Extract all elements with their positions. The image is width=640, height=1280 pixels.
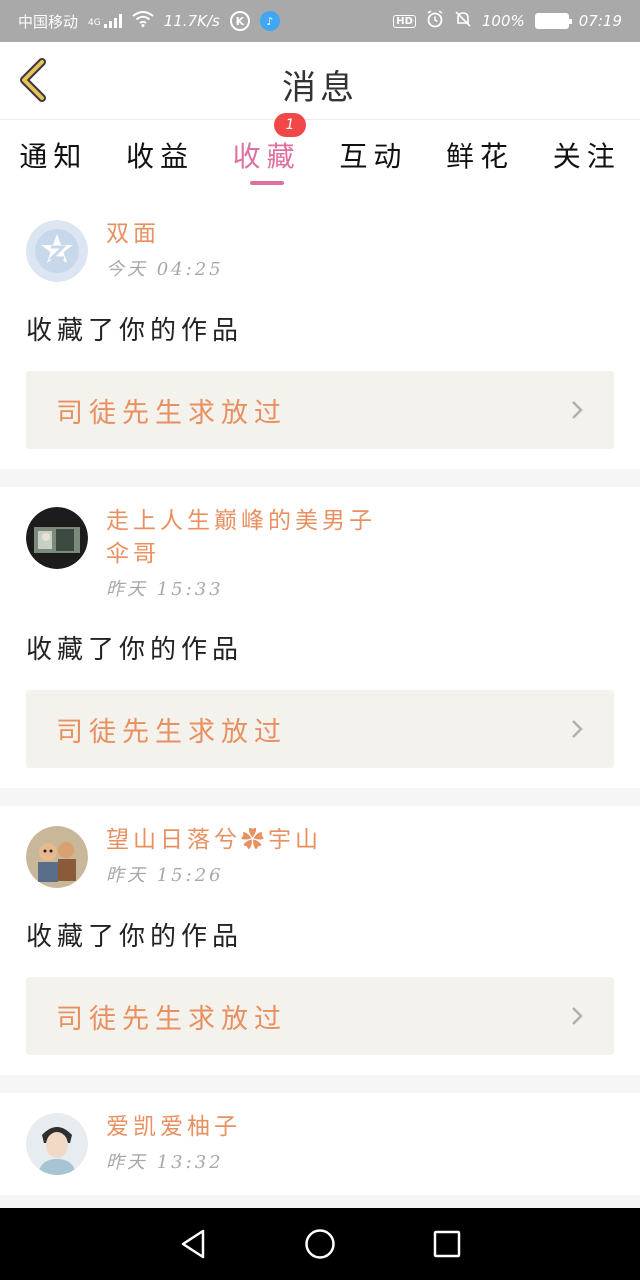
battery-percent: 100%	[481, 12, 525, 30]
user-name[interactable]: 爱凯爱柚子	[106, 1111, 241, 1144]
system-nav-bar	[0, 1208, 640, 1280]
clock: 07:19	[578, 12, 622, 30]
wifi-icon	[132, 11, 154, 31]
mute-bell-icon	[454, 10, 472, 32]
action-text: 收藏了你的作品	[26, 635, 244, 665]
alarm-icon	[426, 10, 444, 32]
chevron-right-icon	[572, 1007, 583, 1025]
k-app-icon: K	[229, 11, 250, 31]
work-link[interactable]: 司徒先生求放过	[26, 690, 614, 768]
chevron-right-icon	[572, 720, 583, 738]
avatar[interactable]	[26, 507, 88, 569]
nav-home-button[interactable]	[298, 1222, 342, 1266]
carrier-label: 中国移动	[18, 12, 79, 31]
nav-recents-button[interactable]	[425, 1222, 469, 1266]
network-type: 4G	[88, 18, 101, 28]
header: 消息	[0, 42, 640, 120]
message-card: 爱凯爱柚子 昨天 13:32	[0, 1093, 640, 1195]
triangle-back-icon	[182, 1229, 205, 1259]
work-link[interactable]: 司徒先生求放过	[26, 371, 614, 449]
tab-follows[interactable]: 关注	[533, 121, 640, 193]
tab-label: 互动	[339, 140, 408, 173]
avatar[interactable]	[26, 220, 88, 282]
avatar[interactable]	[26, 826, 88, 888]
action-text: 收藏了你的作品	[26, 316, 244, 346]
square-recents-icon	[433, 1230, 460, 1258]
status-bar: 中国移动 4G 11.7K/s K ♪ HD 100% 07:19	[0, 0, 640, 42]
page-title: 消息	[282, 68, 358, 108]
action-text: 收藏了你的作品	[26, 922, 244, 952]
user-name[interactable]: 走上人生巅峰的美男子伞哥	[106, 505, 396, 571]
user-name[interactable]: 双面	[106, 218, 224, 251]
active-tab-indicator	[249, 181, 284, 185]
message-list[interactable]: 双面 今天 04:25 收藏了你的作品 司徒先生求放过 走上人生巅峰的美男子伞哥…	[0, 200, 640, 1208]
cartoon-avatar-icon	[26, 826, 88, 888]
tab-label: 收益	[126, 140, 195, 173]
tab-label: 通知	[19, 140, 88, 173]
message-card: 望山日落兮✿宇山 昨天 15:26 收藏了你的作品 司徒先生求放过	[0, 806, 640, 1075]
music-app-icon: ♪	[259, 11, 280, 31]
work-title: 司徒先生求放过	[56, 397, 287, 429]
message-time: 昨天 15:26	[106, 865, 224, 886]
message-time: 今天 04:25	[106, 259, 224, 280]
default-avatar-icon	[26, 220, 88, 282]
tab-flowers[interactable]: 鲜花	[427, 121, 534, 193]
tab-label: 关注	[552, 140, 621, 173]
hd-icon: HD	[393, 14, 416, 28]
unread-badge: 1	[274, 113, 307, 137]
message-card: 走上人生巅峰的美男子伞哥 昨天 15:33 收藏了你的作品 司徒先生求放过	[0, 487, 640, 788]
message-time: 昨天 15:33	[106, 579, 224, 600]
chevron-right-icon	[572, 401, 583, 419]
work-link[interactable]: 司徒先生求放过	[26, 977, 614, 1055]
network-speed: 11.7K/s	[163, 12, 220, 30]
nav-back-button[interactable]	[171, 1222, 215, 1266]
circle-home-icon	[305, 1229, 335, 1259]
message-time: 昨天 13:32	[106, 1152, 224, 1173]
tab-earnings[interactable]: 收益	[107, 121, 214, 193]
message-card: 双面 今天 04:25 收藏了你的作品 司徒先生求放过	[0, 200, 640, 469]
work-title: 司徒先生求放过	[56, 1003, 287, 1035]
work-title: 司徒先生求放过	[56, 716, 287, 748]
tab-interactions[interactable]: 互动	[320, 121, 427, 193]
tab-notifications[interactable]: 通知	[0, 121, 107, 193]
tab-bar: 通知 收益 收藏 1 互动 鲜花 关注	[0, 113, 640, 193]
battery-icon	[534, 13, 572, 29]
tab-label: 鲜花	[446, 140, 515, 173]
tab-label: 收藏	[232, 140, 301, 173]
photo-avatar-icon	[26, 1113, 88, 1175]
tab-favorites[interactable]: 收藏 1	[213, 113, 320, 193]
user-name[interactable]: 望山日落兮✿宇山	[106, 824, 322, 857]
signal-icon: 4G	[88, 14, 122, 28]
photo-avatar-icon	[26, 507, 88, 569]
avatar[interactable]	[26, 1113, 88, 1175]
